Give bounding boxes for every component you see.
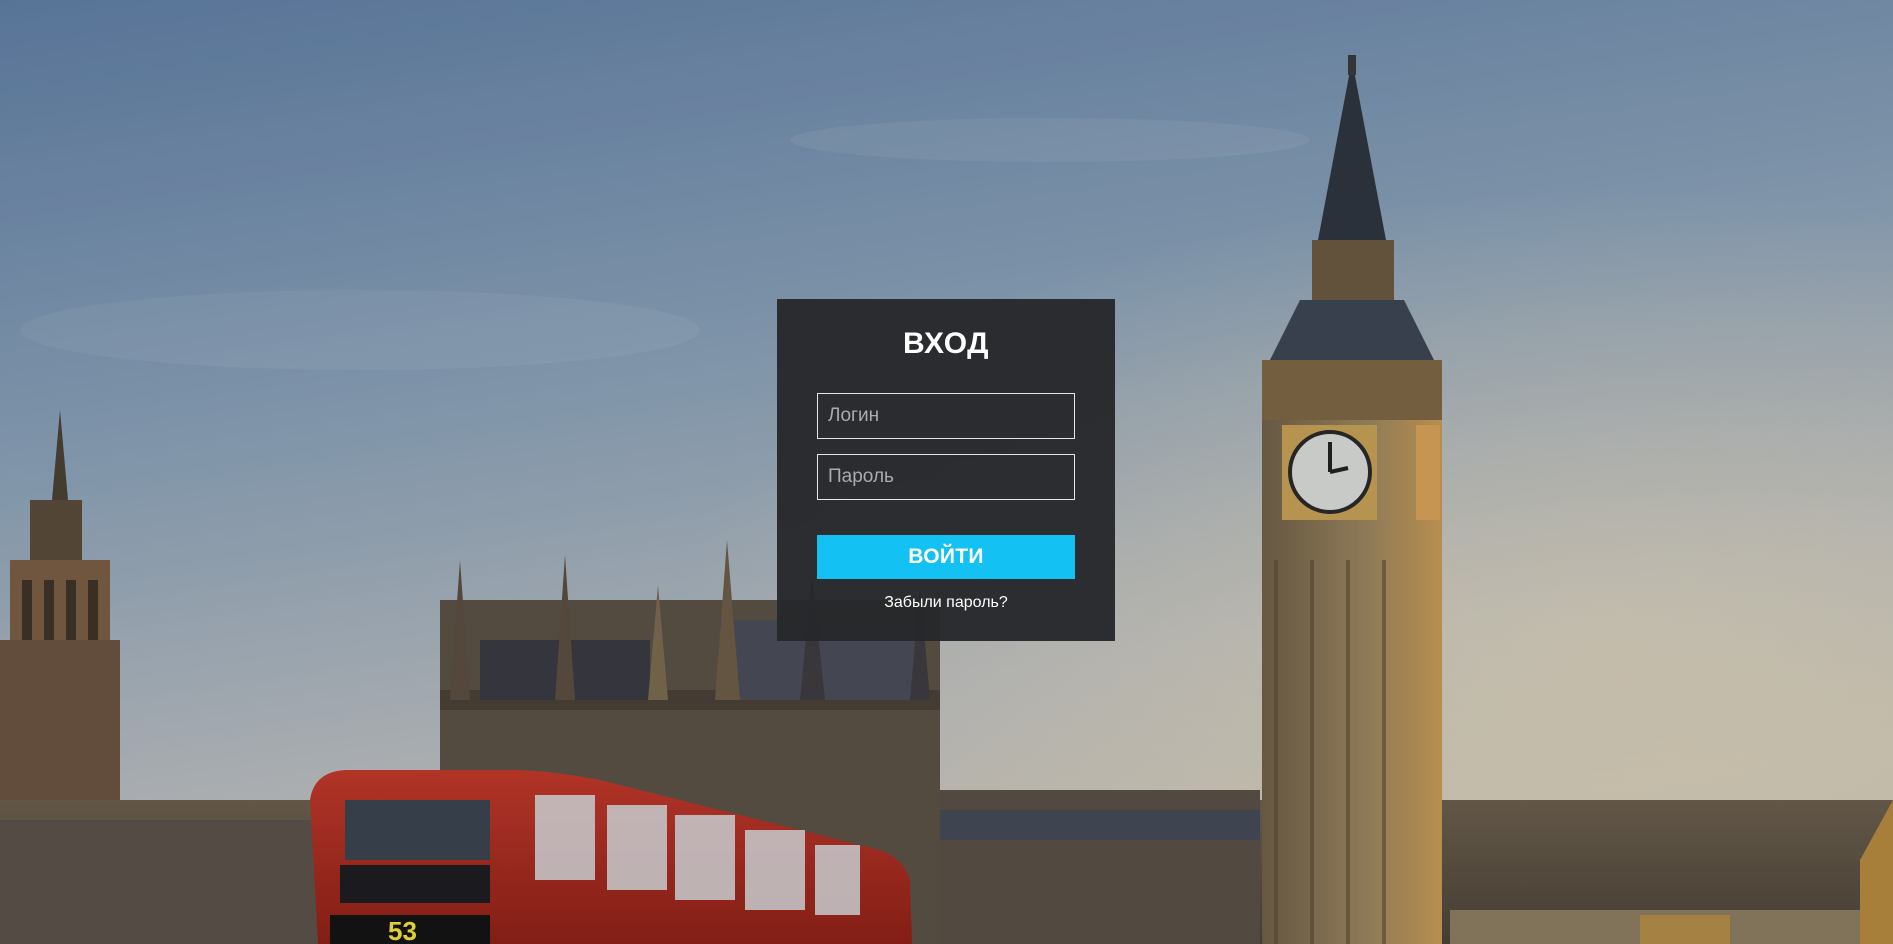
login-button[interactable]: ВОЙТИ bbox=[817, 535, 1075, 579]
username-input[interactable] bbox=[817, 393, 1075, 439]
login-panel: ВХОД ВОЙТИ Забыли пароль? bbox=[777, 299, 1115, 641]
login-title: ВХОД bbox=[902, 327, 990, 360]
forgot-password-link[interactable]: Забыли пароль? bbox=[777, 594, 1115, 612]
password-input[interactable] bbox=[817, 454, 1075, 500]
